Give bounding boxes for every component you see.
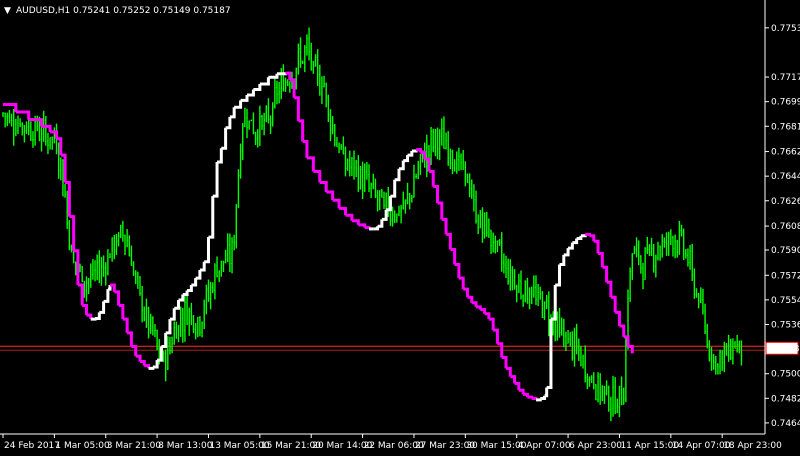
symbol-ohlc-title: AUDUSD,H1 0.75241 0.75252 0.75149 0.7518… bbox=[16, 6, 231, 16]
y-tick-label: 0.75541 bbox=[771, 296, 800, 306]
y-tick-label: 0.75001 bbox=[771, 370, 800, 380]
y-tick-label: 0.75721 bbox=[771, 271, 800, 281]
y-tick-label: 0.77531 bbox=[771, 24, 800, 34]
ma-segment-down bbox=[585, 232, 591, 236]
ma-segment-up bbox=[411, 149, 418, 153]
ma-segment-up bbox=[276, 72, 288, 76]
ma-segment-up bbox=[580, 234, 587, 238]
y-tick-label: 0.76626 bbox=[771, 148, 800, 158]
y-tick-label: 0.76991 bbox=[771, 98, 800, 108]
ma-segment-up bbox=[535, 398, 542, 402]
current-price-tag: 0.75187 bbox=[765, 341, 800, 355]
ma-segment-down bbox=[531, 396, 538, 400]
x-tick-label: 3 Mar 21:00 bbox=[107, 441, 162, 451]
y-tick-label: 0.75906 bbox=[771, 246, 800, 256]
y-tick-label: 0.74821 bbox=[771, 394, 800, 404]
ma-segment-up bbox=[90, 317, 97, 321]
y-tick-label: 0.77171 bbox=[771, 73, 800, 83]
y-tick-label: 0.76266 bbox=[771, 197, 800, 207]
ma-segment-down bbox=[527, 395, 534, 399]
y-tick-label: 0.76081 bbox=[771, 222, 800, 232]
current-price-tag-label: 0.75187 bbox=[768, 344, 800, 354]
y-tick-label: 0.76811 bbox=[771, 122, 800, 132]
x-tick-label: 6 Apr 23:00 bbox=[569, 441, 622, 451]
ma-segment-up bbox=[148, 366, 155, 370]
y-tick-label: 0.76446 bbox=[771, 172, 800, 182]
x-tick-label: 11 Apr 15:00 bbox=[620, 441, 679, 451]
x-tick-label: 4 Apr 07:00 bbox=[518, 441, 571, 451]
ma-segment-down bbox=[364, 226, 371, 230]
x-tick-label: 18 Apr 23:00 bbox=[723, 441, 782, 451]
x-tick-label: 1 Mar 05:00 bbox=[55, 441, 110, 451]
collapse-triangle-icon[interactable]: ▼ bbox=[4, 6, 11, 16]
y-tick-label: 0.74641 bbox=[771, 419, 800, 429]
chart-header: ▼ AUDUSD,H1 0.75241 0.75252 0.75149 0.75… bbox=[4, 6, 231, 16]
x-tick-label: 14 Apr 07:00 bbox=[672, 441, 731, 451]
x-tick-label: 24 Feb 2017 bbox=[4, 441, 60, 451]
chart-canvas[interactable]: ▼ AUDUSD,H1 0.75241 0.75252 0.75149 0.75… bbox=[0, 0, 800, 456]
y-tick-label: 0.75361 bbox=[771, 320, 800, 330]
x-tick-label: 8 Mar 13:00 bbox=[158, 441, 213, 451]
